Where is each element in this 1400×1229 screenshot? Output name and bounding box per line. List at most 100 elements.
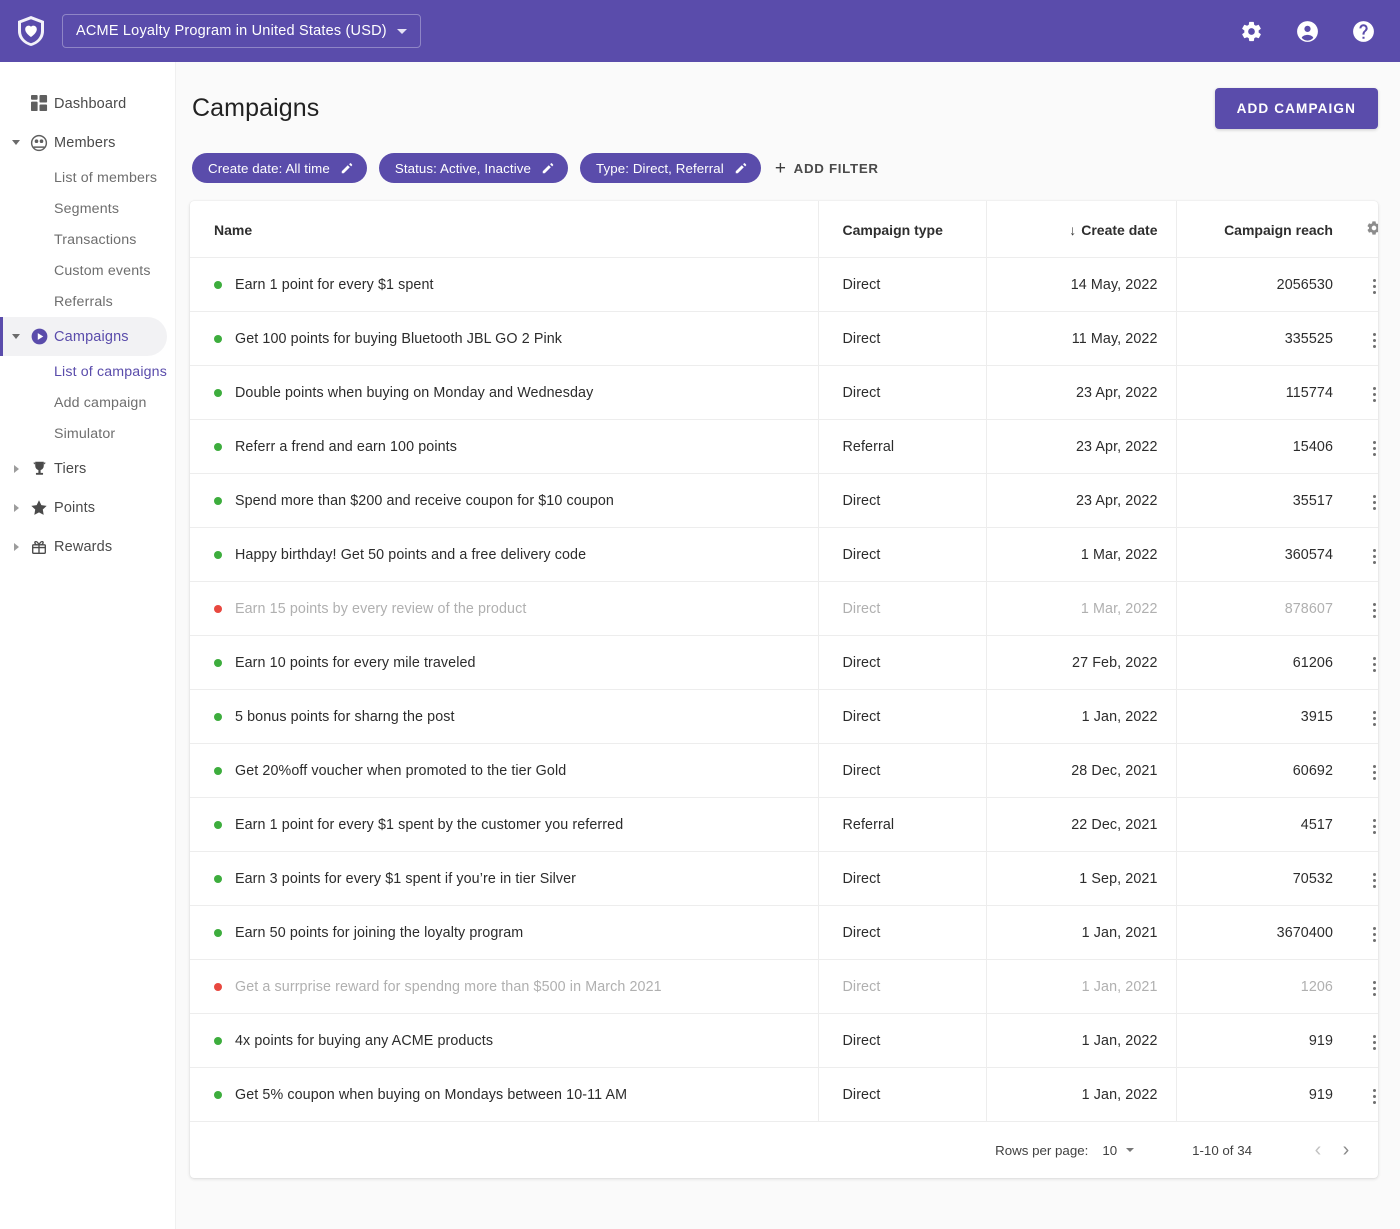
cell-name: Earn 50 points for joining the loyalty p… (190, 906, 818, 960)
filter-chip-type[interactable]: Type: Direct, Referral (580, 153, 761, 183)
kebab-menu-icon[interactable] (1363, 543, 1379, 570)
gear-icon[interactable] (1238, 18, 1264, 44)
filter-chip-create-date[interactable]: Create date: All time (192, 153, 367, 183)
cell-campaign-type: Direct (818, 258, 986, 312)
sidebar-subitem-referrals[interactable]: Referrals (0, 286, 175, 317)
column-settings-header[interactable] (1351, 201, 1378, 258)
page-layout: Dashboard Members List of members Segmen… (0, 62, 1400, 1229)
status-dot-active-icon (214, 497, 222, 505)
chevron-down-icon[interactable] (8, 334, 24, 339)
table-row[interactable]: Get 5% coupon when buying on Mondays bet… (190, 1068, 1378, 1122)
table-header: Name Campaign type ↓Create date Campaign… (190, 201, 1378, 258)
next-page-button[interactable]: › (1332, 1136, 1360, 1164)
sidebar-item-tiers[interactable]: Tiers (0, 449, 167, 488)
sidebar-subitem-segments[interactable]: Segments (0, 193, 175, 224)
sidebar-subitem-add-campaign[interactable]: Add campaign (0, 387, 175, 418)
previous-page-button[interactable]: ‹ (1304, 1136, 1332, 1164)
cell-create-date: 1 Jan, 2022 (986, 690, 1176, 744)
cell-name: Spend more than $200 and receive coupon … (190, 474, 818, 528)
add-filter-button[interactable]: + ADD FILTER (775, 159, 879, 178)
table-row[interactable]: Earn 10 points for every mile traveledDi… (190, 636, 1378, 690)
column-header-campaign-reach[interactable]: Campaign reach (1176, 201, 1351, 258)
name-cell-wrapper: Earn 15 points by every review of the pr… (214, 601, 818, 617)
sidebar-subitem-transactions[interactable]: Transactions (0, 224, 175, 255)
sidebar-item-label: Members (54, 135, 115, 151)
kebab-menu-icon[interactable] (1363, 489, 1379, 516)
table-row[interactable]: Earn 1 point for every $1 spent by the c… (190, 798, 1378, 852)
table-row[interactable]: Earn 15 points by every review of the pr… (190, 582, 1378, 636)
kebab-menu-icon[interactable] (1363, 651, 1379, 678)
chevron-down-icon[interactable] (8, 140, 24, 145)
cell-row-actions (1351, 258, 1378, 312)
sidebar-item-members[interactable]: Members (0, 123, 167, 162)
kebab-menu-icon[interactable] (1363, 705, 1379, 732)
column-header-create-date[interactable]: ↓Create date (986, 201, 1176, 258)
table-row[interactable]: Get 100 points for buying Bluetooth JBL … (190, 312, 1378, 366)
sidebar-subitem-simulator[interactable]: Simulator (0, 418, 175, 449)
pencil-icon[interactable] (340, 161, 354, 175)
sidebar-item-campaigns[interactable]: Campaigns (0, 317, 167, 356)
cell-campaign-type: Direct (818, 582, 986, 636)
column-header-campaign-type[interactable]: Campaign type (818, 201, 986, 258)
cell-campaign-reach: 3915 (1176, 690, 1351, 744)
campaign-name: Get a surrprise reward for spendng more … (235, 979, 662, 995)
cell-campaign-reach: 2056530 (1176, 258, 1351, 312)
sidebar-item-dashboard[interactable]: Dashboard (0, 84, 167, 123)
kebab-menu-icon[interactable] (1363, 975, 1379, 1002)
table-row[interactable]: Spend more than $200 and receive coupon … (190, 474, 1378, 528)
kebab-menu-icon[interactable] (1363, 813, 1379, 840)
kebab-menu-icon[interactable] (1363, 597, 1379, 624)
kebab-menu-icon[interactable] (1363, 921, 1379, 948)
table-row[interactable]: Get 20%off voucher when promoted to the … (190, 744, 1378, 798)
table-row[interactable]: Happy birthday! Get 50 points and a free… (190, 528, 1378, 582)
campaign-name: Spend more than $200 and receive coupon … (235, 493, 614, 509)
sidebar-item-rewards[interactable]: Rewards (0, 527, 167, 566)
chevron-right-icon[interactable] (8, 465, 24, 473)
table-row[interactable]: Get a surrprise reward for spendng more … (190, 960, 1378, 1014)
page-title: Campaigns (192, 94, 319, 123)
pencil-icon[interactable] (734, 161, 748, 175)
table-row[interactable]: Earn 3 points for every $1 spent if you’… (190, 852, 1378, 906)
sidebar-subitem-custom-events[interactable]: Custom events (0, 255, 175, 286)
cell-row-actions (1351, 744, 1378, 798)
cell-row-actions (1351, 582, 1378, 636)
table-header-row: Name Campaign type ↓Create date Campaign… (190, 201, 1378, 258)
chevron-right-icon[interactable] (8, 543, 24, 551)
name-cell-wrapper: Get 100 points for buying Bluetooth JBL … (214, 331, 818, 347)
dashboard-grid-icon (24, 95, 54, 112)
column-header-name[interactable]: Name (190, 201, 818, 258)
rows-per-page-select[interactable]: 10 (1102, 1143, 1134, 1158)
kebab-menu-icon[interactable] (1363, 867, 1379, 894)
filter-chip-status[interactable]: Status: Active, Inactive (379, 153, 568, 183)
sidebar-subitem-list-of-members[interactable]: List of members (0, 162, 175, 193)
sidebar-subitem-list-of-campaigns[interactable]: List of campaigns (0, 356, 175, 387)
cell-name: Happy birthday! Get 50 points and a free… (190, 528, 818, 582)
table-row[interactable]: Earn 1 point for every $1 spentDirect14 … (190, 258, 1378, 312)
add-campaign-button[interactable]: ADD CAMPAIGN (1215, 88, 1378, 129)
campaign-name: 4x points for buying any ACME products (235, 1033, 493, 1049)
kebab-menu-icon[interactable] (1363, 759, 1379, 786)
chevron-right-icon[interactable] (8, 504, 24, 512)
table-row[interactable]: 4x points for buying any ACME productsDi… (190, 1014, 1378, 1068)
table-row[interactable]: 5 bonus points for sharng the postDirect… (190, 690, 1378, 744)
kebab-menu-icon[interactable] (1363, 1029, 1379, 1056)
kebab-menu-icon[interactable] (1363, 381, 1379, 408)
question-circle-icon[interactable] (1350, 18, 1376, 44)
status-dot-active-icon (214, 551, 222, 559)
table-row[interactable]: Earn 50 points for joining the loyalty p… (190, 906, 1378, 960)
cell-campaign-type: Direct (818, 906, 986, 960)
user-circle-icon[interactable] (1294, 18, 1320, 44)
column-settings-gear-icon[interactable] (1366, 223, 1378, 239)
kebab-menu-icon[interactable] (1363, 273, 1379, 300)
kebab-menu-icon[interactable] (1363, 1083, 1379, 1110)
kebab-menu-icon[interactable] (1363, 327, 1379, 354)
page-header: Campaigns ADD CAMPAIGN (190, 88, 1378, 129)
topbar-actions (1238, 18, 1376, 44)
program-selector[interactable]: ACME Loyalty Program in United States (U… (62, 14, 421, 48)
table-row[interactable]: Referr a frend and earn 100 pointsReferr… (190, 420, 1378, 474)
pencil-icon[interactable] (541, 161, 555, 175)
name-cell-wrapper: 5 bonus points for sharng the post (214, 709, 818, 725)
table-row[interactable]: Double points when buying on Monday and … (190, 366, 1378, 420)
kebab-menu-icon[interactable] (1363, 435, 1379, 462)
sidebar-item-points[interactable]: Points (0, 488, 167, 527)
